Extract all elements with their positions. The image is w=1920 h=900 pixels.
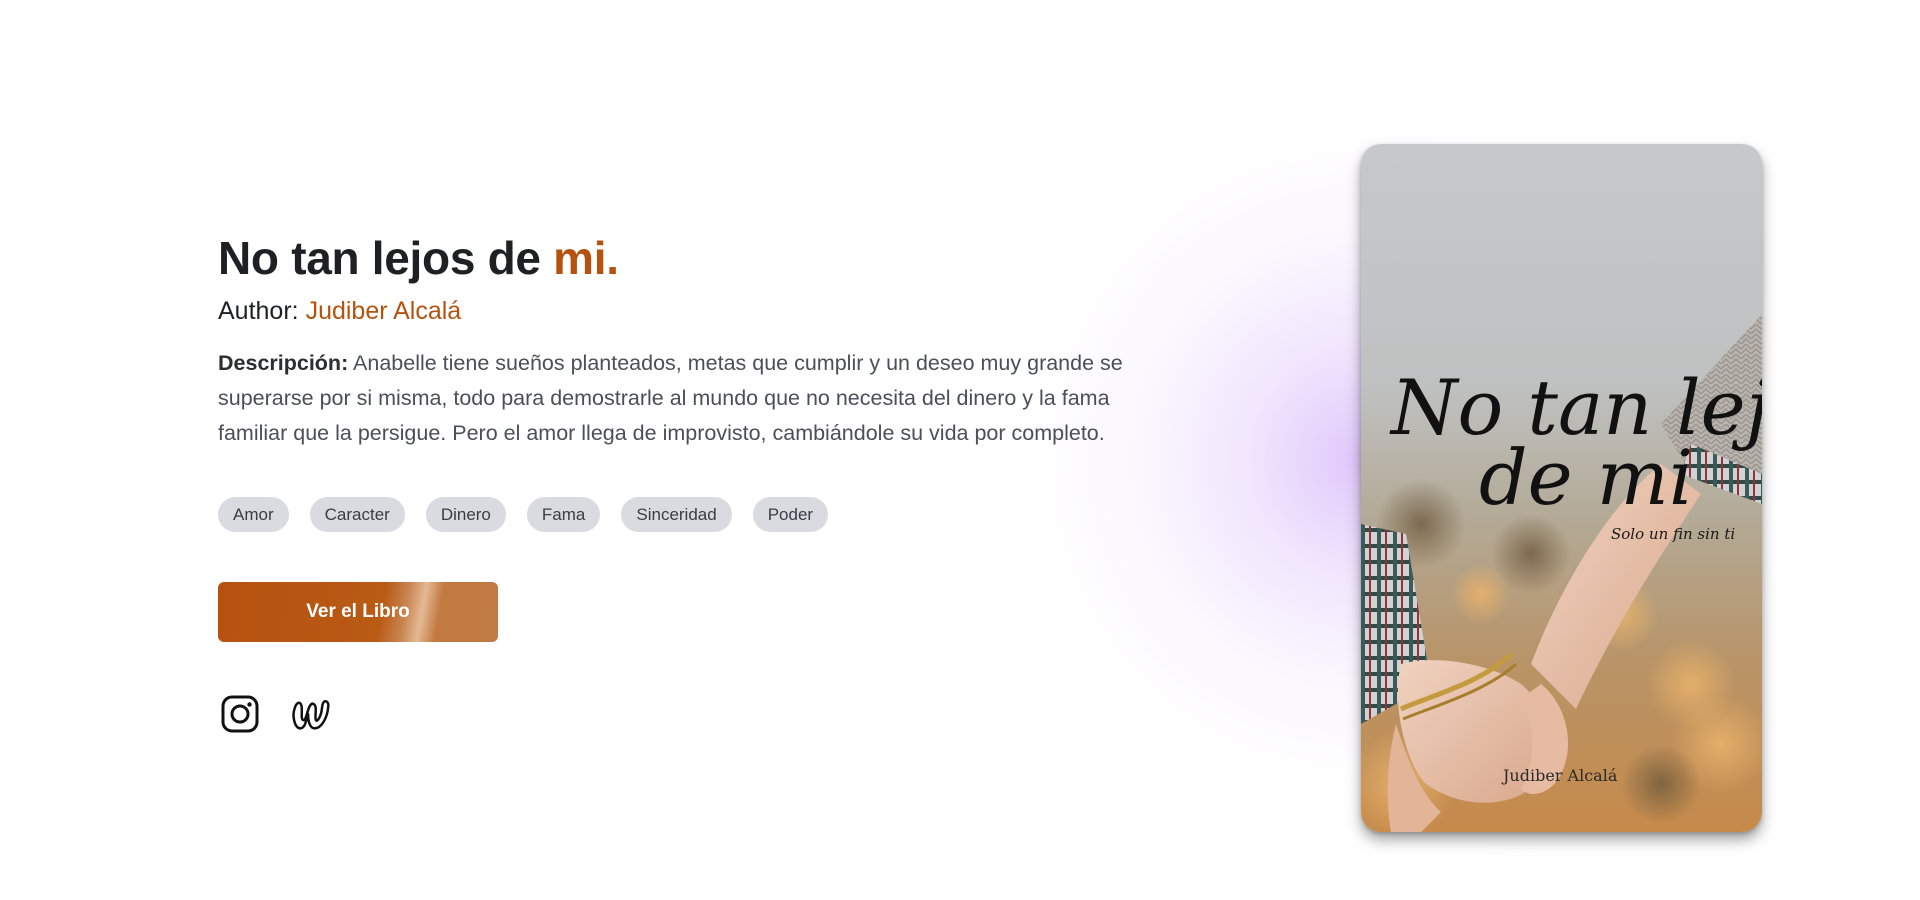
tag-chip[interactable]: Poder [752,497,829,532]
tag-chip[interactable]: Dinero [425,497,506,532]
cover-subtitle: Solo un fin sin ti [1611,525,1735,543]
instagram-icon [221,695,259,733]
instagram-link[interactable] [218,692,262,736]
author-label: Author: [218,297,299,325]
description-label: Descripción: [218,351,349,375]
book-hero-section: No tan lejos de mi. Author: Judiber Alca… [0,0,1920,900]
wattpad-icon [292,700,330,730]
book-cover[interactable]: No tan lejos de mi Solo un fin sin ti Ju… [1361,144,1762,832]
social-links [218,692,1158,736]
view-book-button[interactable]: Ver el Libro [218,582,498,642]
book-info: No tan lejos de mi. Author: Judiber Alca… [218,228,1158,736]
tag-chip[interactable]: Amor [218,497,289,532]
book-title-accent: mi. [553,232,619,284]
author-name: Judiber Alcalá [305,297,462,325]
book-description: Descripción: Anabelle tiene sueños plant… [218,346,1158,451]
cover-author: Judiber Alcalá [1501,766,1618,785]
wattpad-link[interactable] [288,692,332,736]
author-line: Author: Judiber Alcalá [218,294,1158,328]
tag-chip[interactable]: Sinceridad [621,497,732,532]
tag-chip[interactable]: Caracter [309,497,405,532]
book-title: No tan lejos de mi. [218,228,1158,288]
tag-chip[interactable]: Fama [526,497,601,532]
description-text: Anabelle tiene sueños planteados, metas … [218,351,1123,445]
tag-list: Amor Caracter Dinero Fama Sinceridad Pod… [218,497,1158,532]
book-cover-image: No tan lejos de mi Solo un fin sin ti Ju… [1361,144,1762,832]
cover-title-line2: de mi [1479,433,1693,522]
book-title-main: No tan lejos de [218,232,554,284]
